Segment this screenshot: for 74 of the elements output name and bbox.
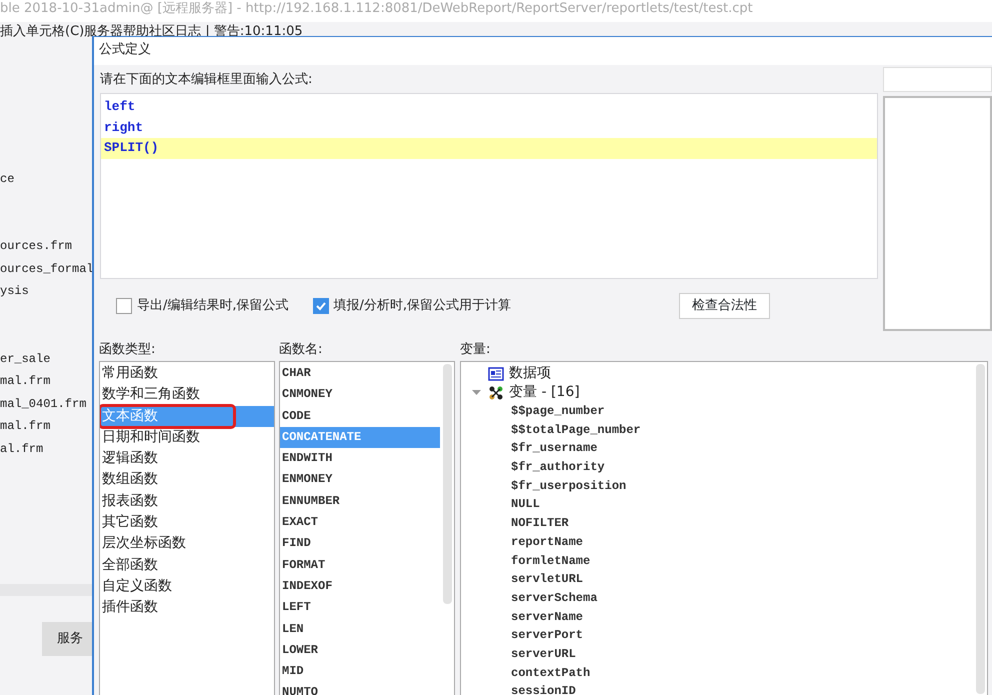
check-validity-button[interactable]: 检查合法性 bbox=[678, 293, 770, 319]
tree-node[interactable]: 数据项 bbox=[509, 363, 551, 384]
function-item[interactable]: LOWER bbox=[280, 640, 440, 662]
variable-item[interactable]: serverName bbox=[461, 608, 987, 626]
data-item-icon bbox=[488, 366, 504, 382]
variable-item[interactable]: $$totalPage_number bbox=[461, 420, 987, 440]
pane-label: 函数名: bbox=[279, 341, 324, 359]
function-item[interactable]: LEN bbox=[280, 618, 440, 640]
function-item[interactable]: LEFT bbox=[280, 597, 440, 619]
variable-item[interactable]: serverURL bbox=[461, 644, 987, 664]
category-item[interactable]: 数组函数 bbox=[100, 469, 274, 491]
menu-item[interactable]: 单元格(C) bbox=[26, 24, 84, 39]
collapse-icon[interactable] bbox=[472, 388, 481, 397]
category-item[interactable]: 日期和时间函数 bbox=[100, 426, 274, 448]
checkbox[interactable] bbox=[312, 298, 329, 314]
variable-tree[interactable] bbox=[460, 361, 988, 695]
checkbox-option[interactable]: 填报/分析时,保留公式用于计算 bbox=[312, 296, 512, 316]
function-item[interactable]: ENNUMBER bbox=[280, 490, 440, 512]
category-item[interactable]: 逻辑函数 bbox=[100, 448, 274, 470]
pane-label: 函数类型: bbox=[99, 341, 156, 359]
category-item[interactable]: 报表函数 bbox=[100, 490, 274, 512]
function-item[interactable]: CHAR bbox=[280, 363, 440, 384]
variable-item[interactable]: reportName bbox=[461, 532, 987, 552]
category-item[interactable]: 自定义函数 bbox=[100, 576, 274, 598]
variable-item[interactable]: $fr_username bbox=[461, 439, 987, 458]
category-item[interactable]: 层次坐标函数 bbox=[100, 533, 274, 555]
checkbox-option[interactable]: 导出/编辑结果时,保留公式 bbox=[116, 296, 289, 316]
function-item[interactable]: EXACT bbox=[280, 512, 440, 534]
option-label: 填报/分析时,保留公式用于计算 bbox=[334, 297, 512, 316]
variable-item[interactable]: serverPort bbox=[461, 626, 987, 645]
variable-item[interactable]: $$page_number bbox=[461, 402, 987, 421]
prompt-label: 请在下面的文本编辑框里面输入公式: bbox=[100, 71, 314, 89]
menu-item[interactable]: 插入 bbox=[0, 24, 26, 39]
variable-item[interactable]: formletName bbox=[461, 552, 987, 570]
search-field[interactable] bbox=[882, 67, 992, 92]
menu-item[interactable]: 帮助 bbox=[123, 24, 150, 39]
function-item[interactable]: CNMONEY bbox=[280, 384, 440, 406]
variable-item[interactable]: serverSchema bbox=[461, 588, 987, 608]
code-line: right bbox=[103, 118, 144, 136]
category-item[interactable]: 常用函数 bbox=[100, 363, 274, 384]
checkbox[interactable] bbox=[116, 298, 132, 314]
function-item[interactable]: FORMAT bbox=[280, 554, 440, 576]
function-item[interactable]: INDEXOF bbox=[280, 576, 440, 598]
splitter-handle[interactable] bbox=[0, 584, 92, 596]
category-item[interactable]: 其它函数 bbox=[100, 512, 274, 534]
function-item[interactable]: CODE bbox=[280, 406, 440, 427]
code-line: left bbox=[103, 98, 136, 116]
function-item[interactable]: MID bbox=[280, 661, 440, 682]
category-item[interactable]: 全部函数 bbox=[100, 554, 274, 576]
variable-item[interactable]: contextPath bbox=[461, 664, 987, 682]
scrollbar[interactable] bbox=[976, 364, 985, 694]
function-item[interactable]: FIND bbox=[280, 533, 440, 555]
tree-node[interactable]: 变量 - [16] bbox=[509, 382, 580, 403]
variable-item[interactable]: servletURL bbox=[461, 570, 987, 589]
dialog-title: 公式定义 bbox=[94, 37, 992, 65]
check-icon bbox=[314, 300, 327, 312]
variable-item[interactable]: sessionID bbox=[461, 682, 987, 695]
function-item[interactable]: ENMONEY bbox=[280, 469, 440, 491]
variable-item[interactable]: NOFILTER bbox=[461, 514, 987, 533]
variable-item[interactable]: $fr_authority bbox=[461, 458, 987, 477]
menu-item[interactable]: 社区 bbox=[149, 24, 176, 39]
variable-item[interactable]: NULL bbox=[461, 495, 987, 514]
formula-editor[interactable]: left right SPLIT() bbox=[100, 93, 878, 279]
window-title: ble 2018-10-31admin@ [远程服务器] - http://192.168.1.112:8081/DeWebReport/ReportServer/reportlets/test/test.cpt bbox=[0, 0, 992, 22]
category-item[interactable]: 数学和三角函数 bbox=[100, 384, 274, 406]
variables-icon bbox=[488, 384, 504, 400]
category-item[interactable]: 插件函数 bbox=[100, 597, 274, 619]
option-label: 导出/编辑结果时,保留公式 bbox=[137, 297, 289, 316]
pane-label: 变量: bbox=[460, 341, 492, 359]
category-list[interactable]: 常用函数 数学和三角函数 文本函数 日期和时间函数 逻辑函数 数组函数 报表函数 其它函数 层次坐标函数 全部函数 自定义函数 插件函数 bbox=[99, 361, 275, 695]
variable-item[interactable]: $fr_userposition bbox=[461, 476, 987, 496]
menu-item[interactable]: 服务器 bbox=[84, 24, 124, 39]
scrollbar[interactable] bbox=[443, 364, 452, 604]
function-item[interactable]: ENDWITH bbox=[280, 448, 440, 470]
